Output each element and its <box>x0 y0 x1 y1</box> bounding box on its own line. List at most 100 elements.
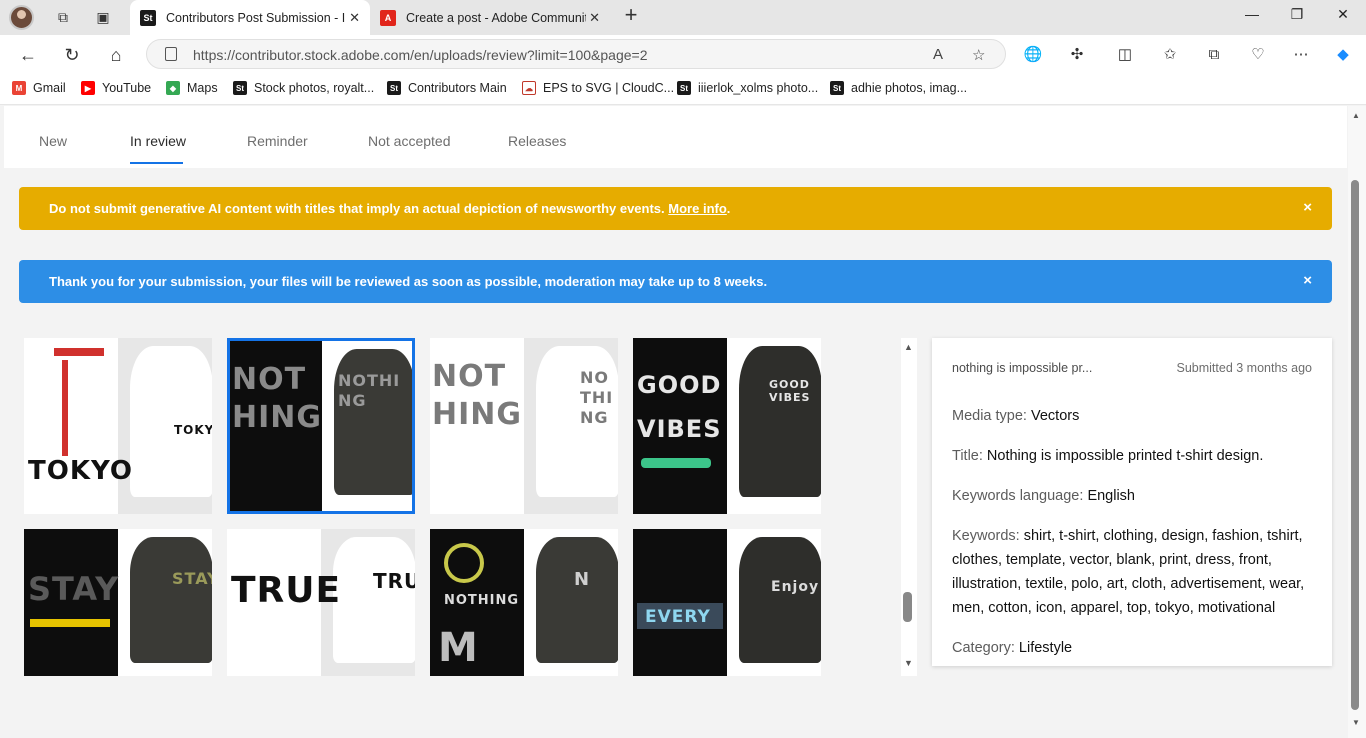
close-tab-icon[interactable]: ✕ <box>589 10 600 26</box>
lock-icon <box>165 47 177 61</box>
home-icon[interactable]: ⌂ <box>103 43 129 67</box>
active-tab-indicator <box>130 162 183 164</box>
thumbnail-tokyo[interactable]: TOKYO TOKYO <box>24 338 212 514</box>
thumbnail-caption: TRUE <box>231 570 342 611</box>
restore-icon[interactable]: ❐ <box>1277 6 1317 23</box>
tab-actions-icon[interactable]: ▣ <box>90 5 116 29</box>
tab-title: Contributors Post Submission - In <box>166 10 346 25</box>
bookmark-eps-svg[interactable]: ☁ EPS to SVG | CloudC... <box>522 81 674 95</box>
close-icon[interactable]: × <box>1303 272 1312 289</box>
close-icon[interactable]: × <box>1303 199 1312 216</box>
scroll-down-icon[interactable]: ▼ <box>904 658 913 668</box>
thumbnail-caption: NOTHING <box>432 359 523 432</box>
new-tab-button[interactable]: + <box>618 2 644 27</box>
category-row: Category: Lifestyle <box>952 636 1317 660</box>
bookmark-gmail[interactable]: M Gmail <box>12 81 66 95</box>
bookmark-label: iiierlok_xolms photo... <box>698 81 819 95</box>
thumbnail-caption: NOTHING <box>232 362 323 435</box>
favorites-icon[interactable]: ✩ <box>1159 43 1181 65</box>
grid-scrollbar-thumb[interactable] <box>903 592 912 622</box>
address-bar-row: ← ↻ ⌂ https://contributor.stock.adobe.co… <box>0 35 1366 75</box>
bookmark-maps[interactable]: ◆ Maps <box>166 81 218 95</box>
page-scrollbar-thumb[interactable] <box>1351 180 1359 710</box>
submitted-time: Submitted 3 months ago <box>1176 361 1313 375</box>
tab-contributors[interactable]: St Contributors Post Submission - In ✕ <box>130 0 370 35</box>
url-input[interactable]: https://contributor.stock.adobe.com/en/u… <box>146 39 1006 69</box>
bookmark-label: Contributors Main <box>408 81 507 95</box>
bookmark-label: Gmail <box>33 81 66 95</box>
thumbnail-caption: EVERY <box>645 607 711 627</box>
tab-new[interactable]: New <box>39 133 67 149</box>
title-value: Nothing is impossible printed t-shirt de… <box>986 448 1264 464</box>
profile-avatar[interactable] <box>9 5 34 30</box>
thumbnail-caption: GOOD VIBES <box>637 371 722 443</box>
bookmark-label: Maps <box>187 81 218 95</box>
close-window-icon[interactable]: ✕ <box>1323 6 1363 23</box>
url-text: https://contributor.stock.adobe.com/en/u… <box>193 47 648 63</box>
more-menu-icon[interactable]: ⋯ <box>1290 43 1312 65</box>
adobe-stock-icon: St <box>677 81 691 95</box>
media-type-row: Media type: Vectors <box>952 404 1317 428</box>
bookmark-stock-photos[interactable]: St Stock photos, royalt... <box>233 81 374 95</box>
bookmark-contributors-main[interactable]: St Contributors Main <box>387 81 507 95</box>
tab-adobe-community[interactable]: A Create a post - Adobe Communit ✕ <box>370 0 610 35</box>
close-tab-icon[interactable]: ✕ <box>349 10 360 26</box>
bookmark-youtube[interactable]: ▶ YouTube <box>81 81 151 95</box>
asset-name: nothing is impossible pr... <box>952 361 1093 375</box>
thumbnail-true[interactable]: TRUE TRU <box>227 529 415 676</box>
thumbnail-nothing-light[interactable]: NOTHING NOTHING <box>430 338 618 514</box>
extension-globe-icon[interactable]: 🌐 <box>1022 43 1044 65</box>
uploads-tabs: New In review Reminder Not accepted Rele… <box>4 106 1347 168</box>
workspaces-icon[interactable]: ⧉ <box>50 5 76 29</box>
split-screen-icon[interactable]: ◫ <box>1114 43 1136 65</box>
bookmark-iiierlok[interactable]: St iiierlok_xolms photo... <box>677 81 818 95</box>
warning-text: Do not submit generative AI content with… <box>49 201 665 216</box>
keywords-language-label: Keywords language: <box>952 488 1084 504</box>
more-info-link[interactable]: More info <box>668 201 727 216</box>
bookmark-label: adhie photos, imag... <box>851 81 968 95</box>
bookmarks-bar: M Gmail ▶ YouTube ◆ Maps St Stock photos, ro… <box>0 75 1366 105</box>
adobe-stock-icon: St <box>140 9 156 26</box>
scroll-down-icon[interactable]: ▼ <box>1352 718 1360 727</box>
minimize-icon[interactable]: — <box>1232 6 1272 22</box>
page-content: New In review Reminder Not accepted Rele… <box>4 106 1347 734</box>
adobe-icon: A <box>380 9 396 26</box>
tab-releases[interactable]: Releases <box>508 133 566 149</box>
extensions-icon[interactable]: ✣ <box>1066 43 1088 65</box>
collections-icon[interactable]: ⧉ <box>1203 43 1225 65</box>
bookmark-label: YouTube <box>102 81 152 95</box>
keywords-language-value: English <box>1087 488 1135 504</box>
copilot-icon[interactable]: ◆ <box>1332 43 1354 65</box>
thumbnail-caption: STAY <box>28 570 120 608</box>
thumbnail-good-vibes[interactable]: GOOD VIBES GOOD VIBES <box>633 338 821 514</box>
maps-icon: ◆ <box>166 81 180 95</box>
thumbnail-nothing-dark[interactable]: NOTHING M N <box>430 529 618 676</box>
bookmark-adhie[interactable]: St adhie photos, imag... <box>830 81 967 95</box>
info-text: Thank you for your submission, your file… <box>49 274 768 289</box>
refresh-icon[interactable]: ↻ <box>59 43 85 67</box>
page-scrollbar[interactable]: ▲ ▼ <box>1348 106 1366 738</box>
youtube-icon: ▶ <box>81 81 95 95</box>
browser-tab-bar: ⧉ ▣ St Contributors Post Submission - In… <box>0 0 1366 35</box>
performance-icon[interactable]: ♡ <box>1247 43 1269 65</box>
media-type-value: Vectors <box>1031 408 1080 424</box>
title-row: Title: Nothing is impossible printed t-s… <box>952 444 1317 468</box>
read-aloud-icon[interactable]: A <box>933 46 943 63</box>
scroll-up-icon[interactable]: ▲ <box>1352 111 1360 120</box>
thumbnail-every[interactable]: EVERY Enjoy <box>633 529 821 676</box>
media-type-label: Media type: <box>952 408 1027 424</box>
thumbnail-stay[interactable]: STAY STAY <box>24 529 212 676</box>
grid-scrollbar[interactable]: ▲ ▼ <box>901 338 917 676</box>
scroll-up-icon[interactable]: ▲ <box>904 342 913 352</box>
tab-not-accepted[interactable]: Not accepted <box>368 133 451 149</box>
thumbnail-nothing-selected[interactable]: NOTHING NOTHING <box>227 338 415 514</box>
bookmark-label: Stock photos, royalt... <box>254 81 375 95</box>
tab-in-review[interactable]: In review <box>130 133 186 149</box>
tab-title: Create a post - Adobe Communit <box>406 10 586 25</box>
gmail-icon: M <box>12 81 26 95</box>
adobe-stock-icon: St <box>233 81 247 95</box>
tab-reminder[interactable]: Reminder <box>247 133 308 149</box>
back-icon[interactable]: ← <box>15 43 41 67</box>
cloud-icon: ☁ <box>522 81 536 95</box>
favorite-star-icon[interactable]: ☆ <box>972 46 985 64</box>
